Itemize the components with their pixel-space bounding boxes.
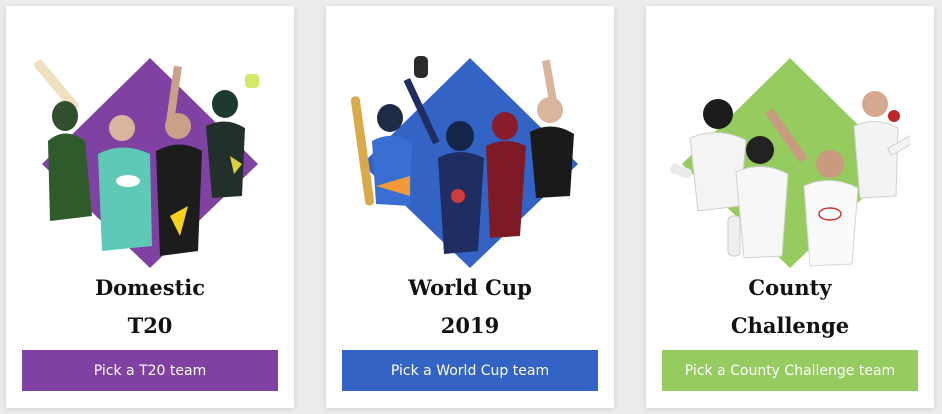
pick-t20-team-button[interactable]: Pick a T20 team	[22, 350, 278, 391]
card-title-line2: Challenge	[730, 313, 850, 338]
world-cup-players-illustration	[350, 46, 590, 270]
county-players-illustration	[670, 46, 910, 270]
t20-players-illustration	[30, 46, 270, 270]
card-county-challenge: County Challenge Pick a County Challenge…	[646, 6, 934, 408]
card-title-line2: T20	[127, 313, 173, 338]
card-world-cup-2019: World Cup 2019 Pick a World Cup team	[326, 6, 614, 408]
card-domestic-t20: Domestic T20 Pick a T20 team	[6, 6, 294, 408]
card-title-line1: County	[748, 275, 832, 300]
card-title: Domestic T20	[6, 269, 294, 345]
card-title: World Cup 2019	[326, 269, 614, 345]
card-title: County Challenge	[646, 269, 934, 345]
card-title-line2: 2019	[440, 313, 500, 338]
pick-county-challenge-team-button[interactable]: Pick a County Challenge team	[662, 350, 918, 391]
card-title-line1: World Cup	[408, 275, 532, 300]
card-title-line1: Domestic	[94, 275, 206, 300]
pick-world-cup-team-button[interactable]: Pick a World Cup team	[342, 350, 598, 391]
